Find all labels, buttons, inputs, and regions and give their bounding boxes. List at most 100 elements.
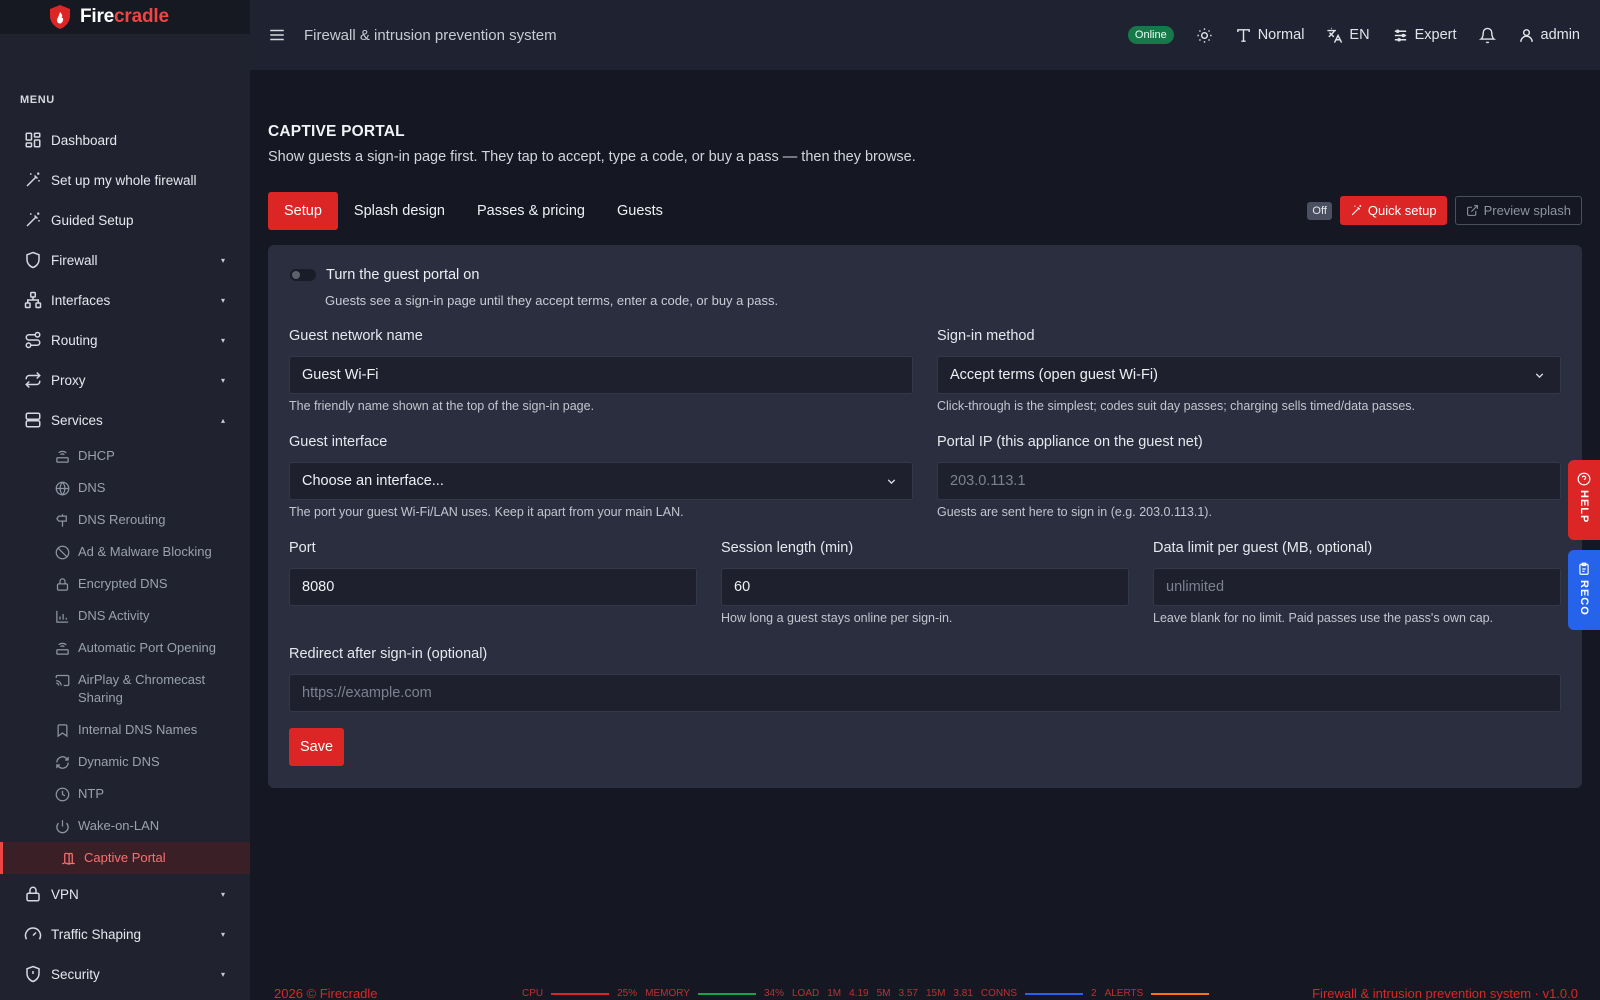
language-selector[interactable]: EN — [1326, 27, 1370, 44]
preview-splash-button[interactable]: Preview splash — [1454, 196, 1582, 225]
sidebar-subitem-label: Encrypted DNS — [78, 576, 168, 591]
app-title: Firewall & intrusion prevention system — [304, 26, 557, 44]
notifications-button[interactable] — [1478, 27, 1496, 44]
session-length-input[interactable]: 60 — [721, 568, 1129, 606]
sidebar-item-interfaces[interactable]: Interfaces ▾ — [0, 280, 250, 320]
sidebar-item-services[interactable]: Services ▴ — [0, 400, 250, 440]
portal-toggle-label: Turn the guest portal on — [326, 267, 480, 283]
chevron-up-icon: ▴ — [220, 415, 225, 425]
chevron-down-icon: ▾ — [220, 255, 225, 265]
redirect-url-input[interactable]: https://example.com — [289, 674, 1561, 712]
sidebar-subitem-label: Wake-on-LAN — [78, 818, 160, 833]
chevron-down-icon: ▾ — [220, 295, 225, 305]
menu-heading: MENU — [20, 94, 55, 106]
page-title: CAPTIVE PORTAL — [268, 123, 405, 140]
sidebar-item-dynamic-dns[interactable]: Dynamic DNS — [0, 746, 250, 778]
sidebar-item-ad-malware-blocking[interactable]: Ad & Malware Blocking — [0, 536, 250, 568]
sidebar-item-security[interactable]: Security ▾ — [0, 954, 250, 994]
conns-sparkline — [1025, 992, 1084, 995]
chevron-down-icon: ▾ — [220, 889, 225, 899]
sidebar-item-dashboard[interactable]: Dashboard — [0, 120, 250, 160]
clock-icon — [55, 787, 70, 802]
quick-setup-label: Quick setup — [1367, 203, 1437, 218]
guest-interface-label: Guest interface — [289, 434, 388, 450]
external-link-icon — [1466, 204, 1479, 217]
signpost-icon — [55, 513, 70, 528]
tab-setup[interactable]: Setup — [268, 192, 338, 230]
help-side-tab[interactable]: HELP — [1568, 460, 1600, 540]
tab-guests[interactable]: Guests — [601, 192, 679, 230]
data-limit-input[interactable]: unlimited — [1153, 568, 1561, 606]
sidebar-item-encrypted-dns[interactable]: Encrypted DNS — [0, 568, 250, 600]
brand[interactable]: Firecradle — [0, 0, 250, 34]
magic-wand-icon — [1350, 204, 1363, 217]
user-menu[interactable]: admin — [1518, 27, 1580, 44]
theme-toggle[interactable] — [1196, 27, 1213, 44]
footer-copyright: 2026 © Firecradle — [274, 986, 378, 1000]
cpu-value: 25% — [617, 988, 638, 999]
sidebar-subitem-label: DNS Activity — [78, 608, 150, 623]
sidebar-item-dns[interactable]: DNS — [0, 472, 250, 504]
power-icon — [55, 819, 70, 834]
sidebar-item-routing[interactable]: Routing ▾ — [0, 320, 250, 360]
guest-interface-value: Choose an interface... — [302, 473, 444, 489]
sidebar-item-label: Traffic Shaping — [51, 926, 142, 942]
sidebar-item-ntp[interactable]: NTP — [0, 778, 250, 810]
session-length-help: How long a guest stays online per sign-i… — [721, 611, 953, 625]
portal-enable-switch[interactable] — [290, 269, 316, 281]
load-15m-value: 3.81 — [953, 988, 973, 999]
quick-setup-button[interactable]: Quick setup — [1339, 196, 1447, 225]
tab-splash-design[interactable]: Splash design — [338, 192, 461, 230]
load-15m-label: 15M — [925, 988, 946, 999]
reco-side-tab[interactable]: RECO — [1568, 550, 1600, 630]
status-badge: Online — [1127, 26, 1174, 44]
portal-ip-input[interactable]: 203.0.113.1 — [937, 462, 1561, 500]
save-button[interactable]: Save — [289, 728, 344, 766]
tab-passes-pricing[interactable]: Passes & pricing — [461, 192, 601, 230]
sidebar-subitem-label: Dynamic DNS — [78, 754, 160, 769]
guest-interface-select[interactable]: Choose an interface... — [289, 462, 913, 500]
sidebar-item-wake-on-lan[interactable]: Wake-on-LAN — [0, 810, 250, 842]
chevron-down-icon: ▾ — [220, 335, 225, 345]
sidebar-item-traffic-shaping[interactable]: Traffic Shaping ▾ — [0, 914, 250, 954]
sidebar-item-guided-setup[interactable]: Guided Setup — [0, 200, 250, 240]
portal-toggle-row: Turn the guest portal on — [290, 267, 479, 283]
router-icon — [55, 641, 70, 656]
sidebar-item-automatic-port-opening[interactable]: Automatic Port Opening — [0, 632, 250, 664]
sidebar-item-internal-dns-names[interactable]: Internal DNS Names — [0, 714, 250, 746]
sidebar-subitem-label: NTP — [78, 786, 104, 801]
sidebar-item-label: Security — [51, 966, 100, 982]
door-icon — [61, 851, 76, 866]
text-size-toggle[interactable]: Normal — [1235, 27, 1304, 44]
brand-name-part1: Fire — [80, 6, 115, 27]
sidebar-item-dns-rerouting[interactable]: DNS Rerouting — [0, 504, 250, 536]
cpu-sparkline — [551, 992, 610, 995]
sidebar-item-airplay-chromecast[interactable]: AirPlay & Chromecast Sharing — [0, 664, 250, 714]
memory-value: 34% — [763, 988, 784, 999]
mode-selector[interactable]: Expert — [1392, 27, 1457, 44]
sidebar-item-vpn[interactable]: VPN ▾ — [0, 874, 250, 914]
sidebar-item-label: Services — [51, 412, 103, 428]
services-submenu: DHCP DNS DNS Rerouting Ad & Malware Bloc… — [0, 440, 250, 874]
sidebar-item-label: Interfaces — [51, 292, 111, 308]
bell-icon — [1478, 27, 1496, 44]
sidebar-subitem-label: Captive Portal — [84, 850, 166, 865]
signin-method-select[interactable]: Accept terms (open guest Wi-Fi) — [937, 356, 1561, 394]
sidebar-item-proxy[interactable]: Proxy ▾ — [0, 360, 250, 400]
sidebar-item-setup-whole-firewall[interactable]: Set up my whole firewall — [0, 160, 250, 200]
shield-alert-icon — [24, 965, 42, 983]
sidebar-item-firewall[interactable]: Firewall ▾ — [0, 240, 250, 280]
sidebar-item-captive-portal[interactable]: Captive Portal — [0, 842, 250, 874]
network-name-input[interactable]: Guest Wi-Fi — [289, 356, 913, 394]
load-1m-label: 1M — [827, 988, 842, 999]
chevron-down-icon: ▾ — [220, 375, 225, 385]
sidebar-item-dns-activity[interactable]: DNS Activity — [0, 600, 250, 632]
memory-sparkline — [697, 992, 756, 995]
sidebar-item-dhcp[interactable]: DHCP — [0, 440, 250, 472]
brand-name-part2: cradle — [114, 6, 169, 27]
sidebar-item-label: Guided Setup — [51, 212, 134, 228]
port-input[interactable]: 8080 — [289, 568, 697, 606]
hamburger-menu-icon[interactable] — [268, 26, 286, 44]
load-1m-value: 4.19 — [849, 988, 869, 999]
cast-icon — [55, 673, 70, 688]
